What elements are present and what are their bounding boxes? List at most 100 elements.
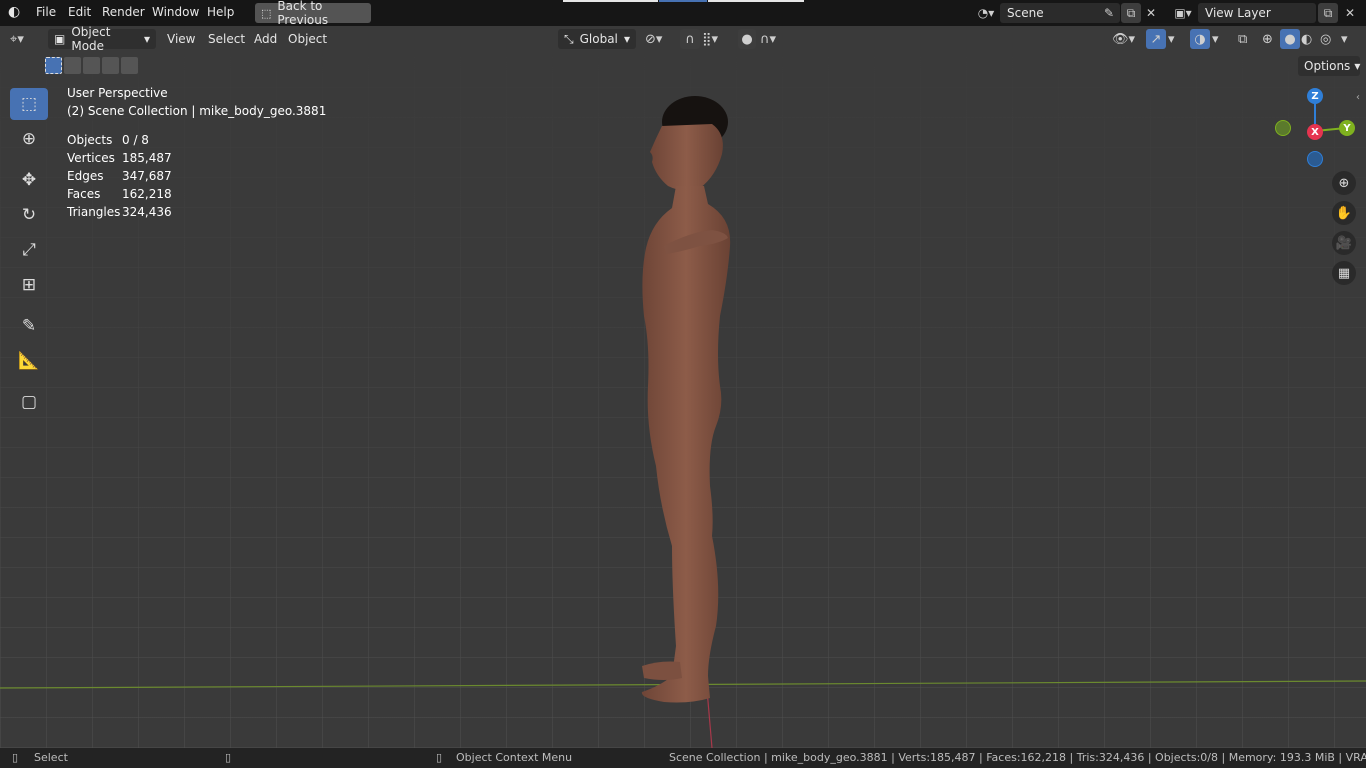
back-to-previous-button[interactable]: ⬚ Back to Previous xyxy=(255,0,371,27)
orientation-label: Global xyxy=(579,32,618,46)
overlays-dropdown-icon[interactable]: ▾ xyxy=(1212,29,1219,49)
viewport-header: ⌖▾ ▣ Object Mode ▾ View Select Add Objec… xyxy=(0,26,1366,53)
menu-window[interactable]: Window xyxy=(152,5,199,19)
stat-row-vertices: Vertices 185,487 xyxy=(67,151,326,169)
pin-icon[interactable]: ✎ xyxy=(1099,3,1119,23)
top-menu-bar: ◐ File Edit Render Window Help ⬚ Back to… xyxy=(0,0,1366,27)
falloff-icon[interactable]: ∩▾ xyxy=(760,29,776,49)
shading-dropdown-icon[interactable]: ▾ xyxy=(1341,29,1348,49)
rotate-tool-icon[interactable]: ↻ xyxy=(10,199,48,231)
body-mesh xyxy=(641,186,731,703)
measure-tool-icon[interactable]: 📐 xyxy=(10,345,48,377)
3d-viewport[interactable]: ⌖▾ ▣ Object Mode ▾ View Select Add Objec… xyxy=(0,26,1366,748)
gizmo-toggle-icon[interactable]: ↗ xyxy=(1146,29,1166,49)
stat-row-edges: Edges 347,687 xyxy=(67,169,326,187)
wireframe-shading-icon[interactable]: ⊕ xyxy=(1262,29,1273,49)
status-select-label: Select xyxy=(34,751,68,764)
zoom-icon[interactable]: ⊕ xyxy=(1332,171,1356,195)
gizmo-dropdown-icon[interactable]: ▾ xyxy=(1168,29,1175,49)
stat-value: 162,218 xyxy=(122,187,172,201)
proportional-edit-icon[interactable]: ● xyxy=(738,29,756,49)
scene-browse-icon[interactable]: ◔▾ xyxy=(972,3,1000,23)
select-extend-icon[interactable] xyxy=(64,57,81,74)
foot-mesh xyxy=(642,661,682,680)
stat-value: 0 / 8 xyxy=(122,133,149,147)
object-mode-icon: ▣ xyxy=(54,32,66,46)
delete-scene-icon[interactable]: ✕ xyxy=(1141,3,1161,23)
menu-edit[interactable]: Edit xyxy=(68,5,91,19)
menu-select[interactable]: Select xyxy=(208,29,245,49)
pivot-point-icon[interactable]: ⊘▾ xyxy=(645,29,662,49)
snap-toggle-icon[interactable]: ∩ xyxy=(680,29,700,49)
stat-row-triangles: Triangles 324,436 xyxy=(67,205,326,223)
menu-view[interactable]: View xyxy=(167,29,195,49)
transform-orientation-select[interactable]: ⤡ Global ▾ xyxy=(558,29,636,49)
stat-label: Vertices xyxy=(67,151,115,165)
snap-target-icon[interactable]: ⣿▾ xyxy=(702,29,718,49)
cursor-tool-icon[interactable]: ⊕ xyxy=(10,123,48,155)
move-tool-icon[interactable]: ✥ xyxy=(10,164,48,196)
select-new-icon[interactable] xyxy=(45,57,62,74)
new-scene-icon[interactable]: ⧉ xyxy=(1121,3,1141,23)
menu-add[interactable]: Add xyxy=(254,29,277,49)
gizmo-z-axis[interactable]: Z xyxy=(1307,88,1323,104)
stat-label: Triangles xyxy=(67,205,121,219)
gizmo-neg-y-axis[interactable] xyxy=(1275,120,1291,136)
workspace-tab-indicator xyxy=(708,0,804,2)
menu-help[interactable]: Help xyxy=(207,5,234,19)
overlays-toggle-icon[interactable]: ◑ xyxy=(1190,29,1210,49)
select-intersect-icon[interactable] xyxy=(121,57,138,74)
material-shading-icon[interactable]: ◐ xyxy=(1301,29,1312,49)
selection-mode-group xyxy=(45,57,138,74)
solid-shading-icon[interactable]: ● xyxy=(1280,29,1300,49)
options-label: Options xyxy=(1304,59,1351,73)
stat-label: Edges xyxy=(67,169,104,183)
navigation-gizmo[interactable]: Z Y X xyxy=(1270,86,1366,176)
select-subtract-icon[interactable] xyxy=(83,57,100,74)
options-dropdown[interactable]: Options ▾ xyxy=(1298,56,1360,76)
xray-toggle-icon[interactable]: ⧉ xyxy=(1238,29,1247,49)
annotate-tool-icon[interactable]: ✎ xyxy=(10,310,48,342)
transform-tool-icon[interactable]: ⊞ xyxy=(10,269,48,301)
visibility-icon[interactable]: 👁▾ xyxy=(1112,29,1135,49)
add-cube-tool-icon[interactable]: ▢ xyxy=(10,386,48,418)
stat-label: Objects xyxy=(67,133,113,147)
sidebar-toggle-icon[interactable]: ‹ xyxy=(1356,92,1360,103)
status-bar: ▯ Select ▯ ▯ Object Context Menu Scene C… xyxy=(0,748,1366,768)
scale-tool-icon[interactable]: ⤢ xyxy=(10,234,48,266)
rendered-shading-icon[interactable]: ◎ xyxy=(1320,29,1331,49)
perspective-toggle-icon[interactable]: ▦ xyxy=(1332,261,1356,285)
perspective-label: User Perspective xyxy=(67,86,168,100)
mode-label: Object Mode xyxy=(71,26,111,53)
gizmo-y-axis[interactable]: Y xyxy=(1339,120,1355,136)
select-invert-icon[interactable] xyxy=(102,57,119,74)
workspace-tab-active-indicator xyxy=(659,0,707,2)
delete-view-layer-icon[interactable]: ✕ xyxy=(1340,3,1360,23)
menu-file[interactable]: File xyxy=(36,5,56,19)
stat-value: 185,487 xyxy=(122,151,172,165)
chevron-down-icon: ▾ xyxy=(143,32,150,46)
mode-select[interactable]: ▣ Object Mode ▾ xyxy=(48,26,156,53)
stat-row-faces: Faces 162,218 xyxy=(67,187,326,205)
new-view-layer-icon[interactable]: ⧉ xyxy=(1318,3,1338,23)
menu-render[interactable]: Render xyxy=(102,5,145,19)
gizmo-x-axis[interactable]: X xyxy=(1307,124,1323,140)
view-layer-name-field[interactable]: View Layer xyxy=(1198,3,1316,23)
stat-row-objects: Objects 0 / 8 xyxy=(67,133,326,151)
select-box-tool-icon[interactable]: ⬚ xyxy=(10,88,48,120)
back-to-previous-label: Back to Previous xyxy=(277,0,329,27)
orientation-icon: ⤡ xyxy=(564,31,574,46)
camera-view-icon[interactable]: 🎥 xyxy=(1332,231,1356,255)
menu-object[interactable]: Object xyxy=(288,29,327,49)
workspace-tab-indicator xyxy=(563,0,658,2)
view-layer-browse-icon[interactable]: ▣▾ xyxy=(1168,3,1198,23)
viewport-info-overlay: User Perspective (2) Scene Collection | … xyxy=(67,86,326,223)
editor-type-icon[interactable]: ⌖▾ xyxy=(10,29,24,49)
gizmo-neg-z-axis[interactable] xyxy=(1307,151,1323,167)
mouse-left-icon: ▯ xyxy=(12,751,19,764)
mouse-right-icon: ▯ xyxy=(436,751,443,764)
pan-hand-icon[interactable]: ✋ xyxy=(1332,201,1356,225)
blender-logo-icon[interactable]: ◐ xyxy=(8,4,20,20)
mouse-middle-icon: ▯ xyxy=(225,751,232,764)
back-icon: ⬚ xyxy=(261,6,272,20)
